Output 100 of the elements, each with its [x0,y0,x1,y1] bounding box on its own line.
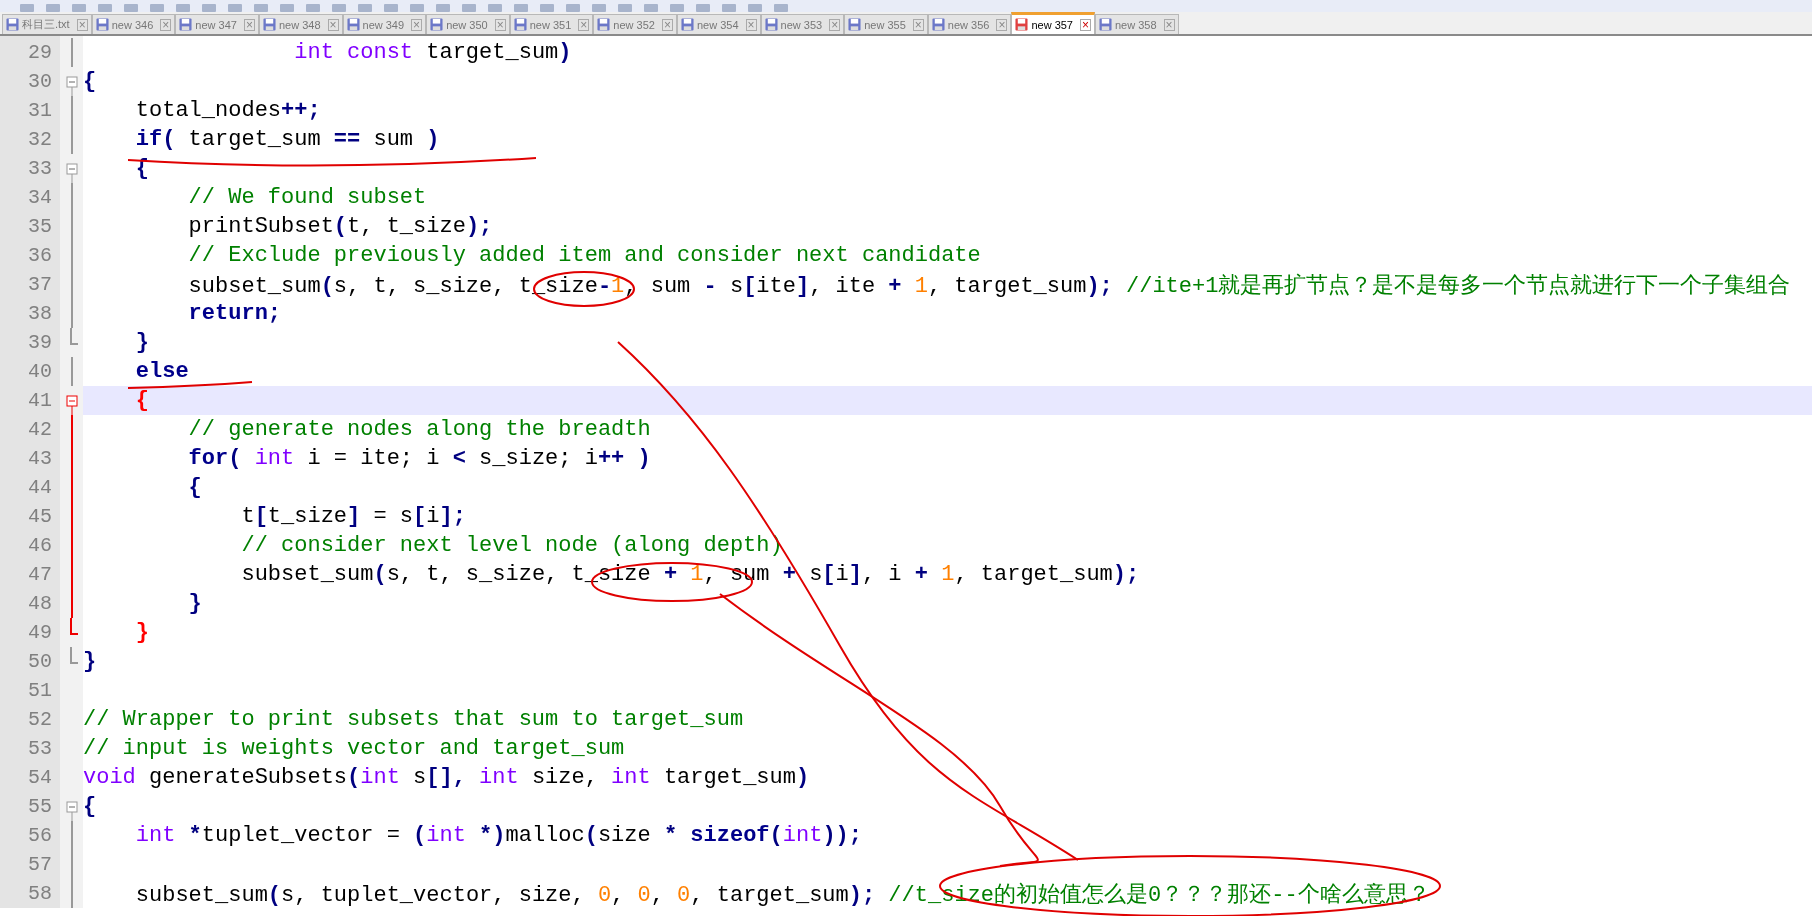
line-number: 57 [27,852,53,878]
file-tab[interactable]: new 349 × [342,14,427,34]
toolbar-button-icon[interactable] [462,4,476,12]
line-number: 42 [27,417,53,443]
code-line: for( int i = ite; i < s_size; i++ ) [187,446,651,471]
toolbar-button-icon[interactable] [436,4,450,12]
toolbar-button-icon[interactable] [514,4,528,12]
line-number: 35 [27,214,53,240]
file-tab[interactable]: new 347 × [175,14,259,34]
file-tab[interactable]: 科目三.txt × [2,14,92,34]
close-tab-icon[interactable]: × [327,18,339,31]
close-tab-icon[interactable]: × [160,18,172,31]
close-tab-icon[interactable]: × [912,18,924,31]
file-tab[interactable]: new 358 × [1095,14,1179,34]
line-number: 38 [27,301,53,327]
toolbar-button-icon[interactable] [592,4,606,12]
close-tab-icon[interactable]: × [829,18,841,31]
line-number: 37 [27,272,53,298]
toolbar-button-icon[interactable] [618,4,632,12]
toolbar-button-icon[interactable] [644,4,658,12]
toolbar-button-icon[interactable] [748,4,762,12]
file-tab[interactable]: new 352 × [593,14,677,34]
toolbar-button-icon[interactable] [566,4,580,12]
toolbar-button-icon[interactable] [254,4,268,12]
toolbar-button-icon[interactable] [202,4,216,12]
code-line: } [83,649,97,674]
close-tab-icon[interactable]: × [661,18,673,31]
file-tab[interactable]: new 354 × [676,14,761,34]
code-line: else [134,359,189,384]
line-number: 45 [27,504,53,530]
file-tab[interactable]: new 353 × [760,14,845,34]
code-line: t[t_size] = s[i]; [240,504,466,529]
toolbar-button-icon[interactable] [228,4,242,12]
code-line: { [83,69,97,94]
toolbar-button-icon[interactable] [150,4,164,12]
toolbar-button-icon[interactable] [410,4,424,12]
code-line: } [134,620,149,645]
close-tab-icon[interactable]: × [745,18,757,31]
line-number: 55 [27,794,53,820]
file-tab[interactable]: new 351 × [509,14,594,34]
toolbar-button-icon[interactable] [124,4,138,12]
toolbar-button-icon[interactable] [72,4,86,12]
toolbar-button-icon[interactable] [722,4,736,12]
code-line: if( target_sum == sum ) [134,127,440,152]
line-number: 47 [27,562,53,588]
file-tab[interactable]: new 357 × [1011,12,1095,34]
line-number: 40 [27,359,53,385]
line-number: 46 [27,533,53,559]
toolbar-button-icon[interactable] [540,4,554,12]
code-line: // generate nodes along the breadth [187,417,651,442]
toolbar-button-icon[interactable] [20,4,34,12]
toolbar-button-icon[interactable] [384,4,398,12]
file-tab[interactable]: new 355 × [844,14,928,34]
file-tab[interactable]: new 350 × [426,14,510,34]
code-line: // Exclude previously added item and consider next candidate [187,243,981,268]
close-tab-icon[interactable]: × [578,18,590,31]
close-tab-icon[interactable]: × [1080,18,1091,31]
toolbar-button-icon[interactable] [306,4,320,12]
line-number: 39 [27,330,53,356]
close-tab-icon[interactable]: × [243,18,255,31]
toolbar-button-icon[interactable] [176,4,190,12]
code-line: int *tuplet_vector = (int *)malloc(size * sizeof(int)); [134,823,862,848]
line-number: 56 [27,823,53,849]
code-line: // We found subset [187,185,427,210]
toolbar-button-icon[interactable] [332,4,346,12]
file-tab[interactable]: new 356 × [927,14,1012,34]
line-number: 52 [27,707,53,733]
toolbar-button-icon[interactable] [696,4,710,12]
file-tab[interactable]: new 348 × [258,14,343,34]
toolbar-button-icon[interactable] [488,4,502,12]
code-line: void generateSubsets(int s[], int size, int target_sum) [83,765,810,790]
toolbar-button-icon[interactable] [774,4,788,12]
close-tab-icon[interactable]: × [1163,18,1175,31]
line-number: 54 [27,765,53,791]
line-number: 48 [27,591,53,617]
close-tab-icon[interactable]: × [996,18,1008,31]
close-tab-icon[interactable]: × [411,18,423,31]
toolbar-button-icon[interactable] [46,4,60,12]
toolbar-button-icon[interactable] [280,4,294,12]
close-tab-icon[interactable]: × [494,18,506,31]
line-number: 34 [27,185,53,211]
code-line: printSubset(t, t_size); [187,214,493,239]
line-number: 53 [27,736,53,762]
toolbar-button-icon[interactable] [358,4,372,12]
toolbar-button-icon[interactable] [670,4,684,12]
code-line: // consider next level node (along depth) [240,533,783,558]
close-tab-icon[interactable]: × [76,18,88,31]
file-tab[interactable]: new 346 × [91,14,176,34]
code-line: return; [187,301,282,326]
toolbar-button-icon[interactable] [98,4,112,12]
line-number: 33 [27,156,53,182]
code-line: // input is weights vector and target_sum [83,736,625,761]
code-line: total_nodes++; [134,98,321,123]
line-number: 50 [27,649,53,675]
code-line: int const target_sum) [293,40,572,65]
line-number: 43 [27,446,53,472]
code-line: } [187,591,202,616]
line-number: 51 [27,678,53,704]
code-line: // Wrapper to print subsets that sum to target_sum [83,707,744,732]
code-line: { [83,794,97,819]
